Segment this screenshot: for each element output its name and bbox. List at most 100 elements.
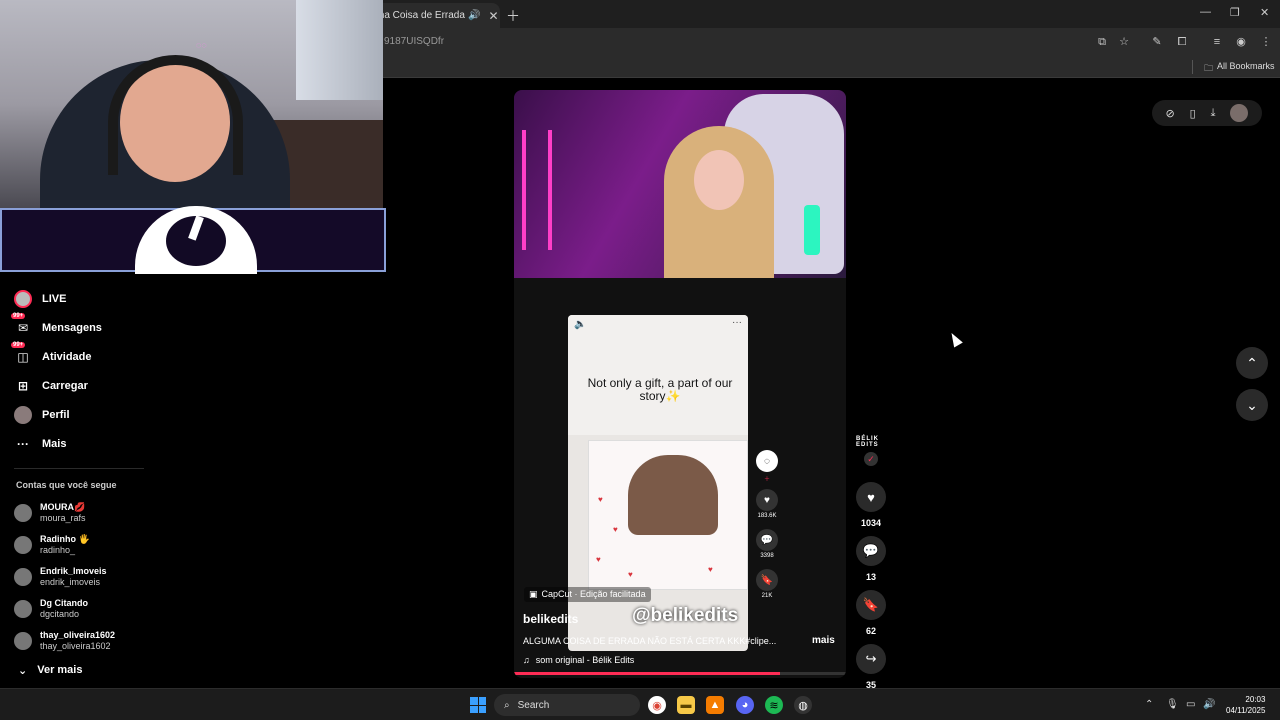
close-window-button[interactable]: ✕ [1260,6,1269,19]
sound-link[interactable]: ♫ som original - Bélik Edits [523,655,634,665]
profile-icon[interactable]: ◉ [1233,34,1249,50]
compass-icon[interactable]: ⊘ [1165,107,1174,120]
sidebar-item-more[interactable]: ··· Mais [14,435,66,453]
capcut-label[interactable]: ▣ CapCut · Edição facilitada [524,587,651,602]
heart-icon: ♥ [756,489,778,511]
new-tab-button[interactable]: ＋ [506,6,520,26]
creator-logo[interactable]: BÉLIK EDITS [856,436,886,448]
app-triangle-icon[interactable]: ▲ [706,696,724,714]
microphone-icon[interactable]: 🎙 [1166,699,1179,710]
previous-video-button[interactable]: ⌃ [1236,347,1268,379]
account-handle: thay_oliveira1602 [40,641,111,651]
mouse-cursor-icon [947,330,963,348]
save-button[interactable]: 🔖 [856,590,886,620]
sidebar-item-live[interactable]: LIVE [14,290,66,308]
next-video-button[interactable]: ⌄ [1236,389,1268,421]
media-icon[interactable]: ≡ [1209,34,1225,50]
account-handle: endrik_imoveis [40,577,101,587]
action-rail: BÉLIK EDITS ✓ ♥ 1034 💬 13 🔖 62 ↪ 35 [856,436,886,698]
heart-icon: ♥ [613,525,618,534]
obs-icon[interactable]: ◍ [794,696,812,714]
following-account[interactable]: thay_oliveira1602 thay_oliveira1602 [14,630,115,652]
save-count: 62 [865,626,876,636]
profile-avatar-icon [14,406,32,424]
clock[interactable]: 20:03 04/11/2025 [1226,694,1265,716]
chevron-up-icon[interactable]: ⌃ [1145,699,1153,710]
all-bookmarks-button[interactable]: 🗀 All Bookmarks [1204,61,1275,77]
sound-title: som original - Bélik Edits [535,655,635,665]
folder-icon[interactable]: ▬ [677,696,695,714]
account-name: Radinho 🖐 [40,534,90,544]
avatar [14,632,32,650]
comment-icon: 💬 [756,529,778,551]
chevron-down-icon: ⌄ [18,665,28,677]
device-icon[interactable]: ▯ [1190,107,1196,120]
inner-avatar: ◌ [756,450,778,472]
sidebar-item-activity[interactable]: ◫ 99+ Atividade [11,342,92,366]
notification-badge: 99+ [11,313,26,319]
see-more-button[interactable]: ⌄ Ver mais [18,664,82,677]
like-count: 1034 [860,518,882,528]
account-handle: radinho_ [40,545,76,555]
minimize-button[interactable]: — [1200,6,1211,18]
inner-shirt [568,315,748,435]
webcam-window [296,0,383,100]
notification-badge: 99+ [11,342,26,348]
clock-date: 04/11/2025 [1226,706,1266,715]
heart-icon: ♥ [596,555,601,564]
watermark: @belikedits [632,605,739,626]
avatar [14,600,32,618]
spotify-icon[interactable]: ≋ [765,696,783,714]
volume-icon[interactable]: 🔊 [1203,699,1215,710]
video-player[interactable]: ♥ ♥ ♥ ♥ ♥ 🔈 ··· Not only a gift, a part … [514,90,846,678]
avatar [14,504,32,522]
user-avatar[interactable] [1230,104,1249,122]
more-icon: ··· [732,317,742,328]
chevron-up-icon: ⌃ [1246,354,1258,371]
sidebar-divider [14,468,144,469]
sidebar-item-label: Mensagens [42,322,102,334]
install-icon[interactable]: ⧉ [1094,34,1110,50]
speaker-icon[interactable]: 🔊 [468,10,480,21]
video-progress[interactable] [514,672,846,675]
sidebar-item-profile[interactable]: Perfil [14,406,70,424]
tab-title: ma Coisa de Errada Nã [376,10,466,21]
menu-icon[interactable]: ⋮ [1258,34,1274,50]
like-button[interactable]: ♥ [856,482,886,512]
author-name[interactable]: belikedits [523,612,578,626]
bookmark-star-icon[interactable]: ☆ [1116,34,1132,50]
follow-check-icon[interactable]: ✓ [864,452,878,466]
following-account[interactable]: Radinho 🖐 radinho_ [14,534,90,556]
following-account[interactable]: Endrik_Imoveis endrik_imoveis [14,566,107,588]
inner-save-count: 21K [761,593,773,599]
sidebar-item-label: Perfil [42,409,70,421]
search-icon: ⌕ [504,699,510,711]
inner-action-rail: ◌ ＋ ♥ 183.6K 💬 3398 🔖 21K [754,450,780,607]
sidebar-item-messages[interactable]: ✉ 99+ Mensagens [11,313,102,337]
following-account[interactable]: MOURA💋 moura_rafs [14,502,86,524]
download-icon[interactable]: ⤓ [1211,107,1216,120]
sidebar-item-upload[interactable]: ⊞ Carregar [14,377,88,395]
browser-tab[interactable]: ma Coisa de Errada Nã 🔊 ✕ [370,3,500,28]
url-text[interactable]: 9187UISQDfr [384,36,444,47]
extensions-icon[interactable]: ⧠ [1174,34,1190,50]
sidebar-item-label: LIVE [42,293,67,305]
following-account[interactable]: Dg Citando dgcitando [14,598,88,620]
webcam-overlay: ◌◌ [0,0,383,208]
comment-count: 13 [865,572,876,582]
neon-tube [804,205,820,255]
account-handle: dgcitando [40,609,80,619]
more-link[interactable]: mais [812,635,835,646]
search-placeholder: Search [517,699,550,711]
comment-button[interactable]: 💬 [856,536,886,566]
restore-button[interactable]: ❐ [1230,6,1240,19]
taskbar-search[interactable]: ⌕ Search [494,694,640,716]
extension-pen-icon[interactable]: ✎ [1149,34,1165,50]
share-button[interactable]: ↪ [856,644,886,674]
discord-icon[interactable]: ◕ [736,696,754,714]
chrome-icon[interactable]: ◉ [648,696,666,714]
close-tab-icon[interactable]: ✕ [488,9,498,23]
sidebar-item-label: Carregar [42,380,88,392]
network-icon[interactable]: ▭ [1186,699,1195,710]
windows-start-icon[interactable] [470,697,486,713]
